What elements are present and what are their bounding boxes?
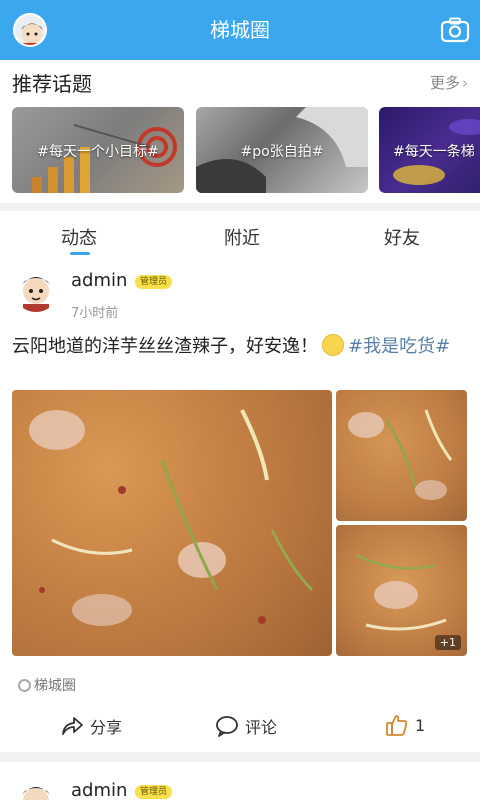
more-images-count: +1 bbox=[434, 635, 461, 650]
active-tab-indicator bbox=[70, 252, 90, 255]
share-icon bbox=[62, 717, 83, 735]
comment-button[interactable]: 评论 bbox=[215, 714, 277, 738]
post-image-main[interactable] bbox=[12, 390, 332, 656]
camera-icon[interactable] bbox=[440, 17, 470, 43]
circle-tag[interactable]: 梯城圈 bbox=[18, 675, 76, 697]
like-button[interactable]: 1 bbox=[385, 714, 425, 736]
food-photo bbox=[29, 409, 314, 626]
post-author-name[interactable]: admin bbox=[71, 780, 127, 800]
admin-badge: 管理员 bbox=[135, 785, 173, 799]
more-label: 更多 bbox=[429, 74, 460, 92]
admin-badge: 管理员 bbox=[135, 275, 173, 289]
topic-card[interactable]: #po张自拍# bbox=[196, 107, 368, 193]
topic-label: #po张自拍# bbox=[240, 144, 324, 160]
chevron-right-icon: › bbox=[462, 74, 468, 92]
post-image-thumb[interactable]: +1 bbox=[336, 525, 467, 656]
food-photo bbox=[348, 409, 453, 500]
tab-nearby[interactable]: 附近 bbox=[224, 224, 260, 250]
post-actions: 分享 评论 1 bbox=[0, 712, 480, 742]
post-text: 云阳地道的洋芋丝丝渣辣子，好安逸！ bbox=[12, 336, 318, 357]
emoji-icon bbox=[322, 334, 344, 356]
post-author-avatar[interactable] bbox=[13, 266, 59, 312]
post-hashtag[interactable]: #我是吃货# bbox=[348, 336, 450, 357]
topics-title: 推荐话题 bbox=[12, 72, 92, 96]
topic-label: #每天一个小目标# bbox=[37, 144, 159, 160]
thumbs-up-icon bbox=[386, 715, 408, 736]
post-timestamp: 7小时前 bbox=[71, 306, 119, 321]
post-author-name[interactable]: admin bbox=[71, 270, 127, 291]
more-topics-link[interactable]: 更多 › bbox=[430, 72, 468, 93]
section-divider bbox=[0, 752, 480, 762]
topic-card[interactable]: #每天一个小目标# bbox=[12, 107, 184, 193]
share-button[interactable]: 分享 bbox=[60, 714, 122, 738]
page-title: 梯城圈 bbox=[210, 18, 270, 42]
post-image-thumb[interactable] bbox=[336, 390, 467, 521]
section-divider bbox=[0, 203, 480, 211]
comment-label: 评论 bbox=[245, 718, 278, 737]
app-header: 梯城圈 bbox=[0, 0, 480, 60]
like-count: 1 bbox=[415, 715, 426, 735]
topic-label: #每天一条梯 bbox=[393, 144, 475, 160]
post-content: 云阳地道的洋芋丝丝渣辣子，好安逸！ #我是吃货# bbox=[12, 334, 468, 360]
tab-friends[interactable]: 好友 bbox=[384, 224, 420, 250]
share-label: 分享 bbox=[90, 718, 123, 737]
circle-tag-label: 梯城圈 bbox=[34, 678, 76, 694]
topics-header: 推荐话题 更多 › bbox=[12, 66, 468, 98]
tab-feed[interactable]: 动态 bbox=[61, 224, 97, 250]
topic-carousel[interactable]: #每天一个小目标# #po张自拍# #每天一条梯 bbox=[12, 107, 480, 193]
feed-tabs: 动态 附近 好友 bbox=[0, 216, 480, 260]
topic-card[interactable]: #每天一条梯 bbox=[379, 107, 480, 193]
circle-icon bbox=[18, 679, 31, 692]
comment-icon bbox=[216, 716, 238, 737]
post-author-avatar[interactable] bbox=[13, 776, 59, 800]
